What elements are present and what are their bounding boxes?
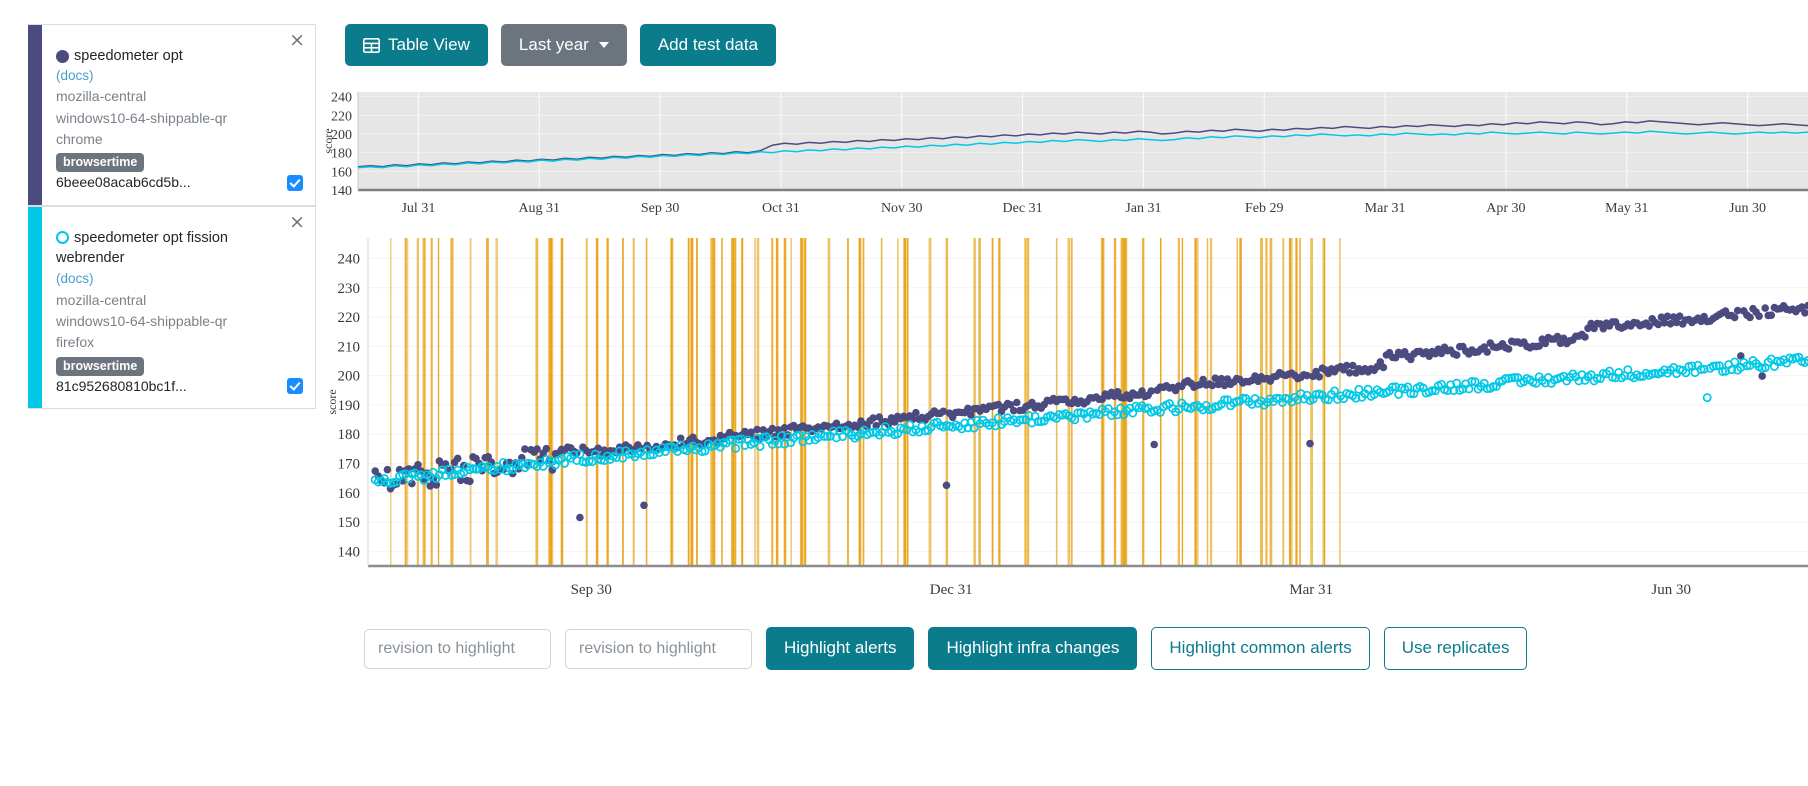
- svg-text:200: 200: [338, 369, 361, 385]
- svg-text:220: 220: [338, 310, 361, 326]
- main-content: Table View Last year Add test data 140 16…: [316, 0, 1808, 786]
- signature-hash[interactable]: 81c952680810bc1f...: [56, 377, 187, 397]
- series-card-speedometer-opt-fission[interactable]: × speedometer opt fission webrender (doc…: [28, 206, 316, 409]
- svg-text:190: 190: [338, 398, 361, 414]
- close-icon[interactable]: ×: [289, 31, 305, 50]
- series-repository: mozilla-central: [56, 86, 303, 107]
- svg-text:Aug 31: Aug 31: [518, 201, 560, 216]
- series-card-body: × speedometer opt (docs) mozilla-central…: [42, 25, 315, 205]
- series-card-body: × speedometer opt fission webrender (doc…: [42, 207, 315, 408]
- add-test-data-label: Add test data: [658, 35, 758, 55]
- svg-text:Sep 30: Sep 30: [571, 582, 612, 598]
- svg-text:180: 180: [338, 428, 361, 444]
- svg-text:170: 170: [338, 457, 361, 473]
- svg-text:160: 160: [338, 486, 361, 502]
- series-color-bar: [28, 25, 42, 205]
- svg-text:210: 210: [338, 340, 361, 356]
- revision-to-highlight-input-2[interactable]: [565, 629, 752, 669]
- svg-text:score: score: [325, 390, 339, 415]
- detail-chart-svg[interactable]: 140 150 160 170 180 190 200 210 220 230 240 score Se…: [316, 234, 1808, 604]
- svg-text:150: 150: [338, 515, 361, 531]
- add-test-data-button[interactable]: Add test data: [640, 24, 776, 66]
- docs-link[interactable]: (docs): [56, 269, 303, 289]
- series-color-bar: [28, 207, 42, 408]
- use-replicates-button[interactable]: Use replicates: [1384, 627, 1528, 669]
- svg-text:May 31: May 31: [1605, 201, 1648, 216]
- perfherder-graphs-page: × speedometer opt (docs) mozilla-central…: [0, 0, 1808, 786]
- svg-text:Jun 30: Jun 30: [1729, 201, 1766, 216]
- svg-text:Nov 30: Nov 30: [881, 201, 923, 216]
- filled-circle-icon: [56, 50, 69, 63]
- chevron-down-icon: [599, 42, 609, 48]
- svg-text:240: 240: [331, 91, 352, 106]
- svg-text:Feb 29: Feb 29: [1245, 201, 1284, 216]
- revision-to-highlight-input-1[interactable]: [364, 629, 551, 669]
- svg-text:240: 240: [338, 252, 361, 268]
- svg-text:Mar 31: Mar 31: [1365, 201, 1406, 216]
- svg-text:Mar 31: Mar 31: [1289, 582, 1333, 598]
- series-title-row: speedometer opt: [56, 47, 303, 65]
- svg-text:Jul 31: Jul 31: [401, 201, 435, 216]
- series-application: chrome: [56, 129, 303, 150]
- svg-text:160: 160: [331, 166, 352, 181]
- highlight-alerts-button[interactable]: Highlight alerts: [766, 627, 914, 669]
- series-visibility-checkbox[interactable]: [287, 175, 303, 191]
- svg-text:Jun 30: Jun 30: [1651, 582, 1691, 598]
- framework-badge: browsertime: [56, 357, 144, 376]
- highlight-alerts-label: Highlight alerts: [784, 638, 896, 658]
- series-title-row: speedometer opt fission: [56, 229, 303, 247]
- series-title: speedometer opt: [74, 47, 183, 65]
- series-card-speedometer-opt[interactable]: × speedometer opt (docs) mozilla-central…: [28, 24, 316, 206]
- highlight-common-alerts-button[interactable]: Highlight common alerts: [1151, 627, 1369, 669]
- series-repository: mozilla-central: [56, 290, 303, 311]
- series-sidebar: × speedometer opt (docs) mozilla-central…: [0, 0, 316, 786]
- svg-text:Oct 31: Oct 31: [762, 201, 800, 216]
- svg-text:Jan 31: Jan 31: [1125, 201, 1161, 216]
- svg-text:230: 230: [338, 281, 361, 297]
- table-icon: [363, 38, 380, 53]
- svg-text:Dec 31: Dec 31: [1003, 201, 1043, 216]
- timerange-label: Last year: [519, 35, 589, 55]
- docs-link[interactable]: (docs): [56, 66, 303, 86]
- series-title: speedometer opt fission: [74, 229, 228, 247]
- framework-badge: browsertime: [56, 153, 144, 172]
- series-subtitle: webrender: [56, 248, 303, 269]
- series-platform: windows10-64-shippable-qr: [56, 108, 303, 129]
- timerange-dropdown-button[interactable]: Last year: [501, 24, 627, 66]
- detail-chart[interactable]: 140 150 160 170 180 190 200 210 220 230 240 score Se…: [316, 234, 1808, 609]
- svg-text:140: 140: [338, 545, 361, 561]
- series-visibility-checkbox[interactable]: [287, 378, 303, 394]
- signature-hash-row: 6beee08acab6cd5b...: [56, 173, 303, 193]
- highlight-infra-changes-button[interactable]: Highlight infra changes: [928, 627, 1137, 669]
- svg-text:220: 220: [331, 110, 352, 125]
- highlight-controls: Highlight alerts Highlight infra changes…: [316, 627, 1808, 669]
- signature-hash[interactable]: 6beee08acab6cd5b...: [56, 173, 191, 193]
- overview-chart[interactable]: 140160180200220240scoreJul 31Aug 31Sep 3…: [316, 88, 1808, 228]
- overview-chart-svg[interactable]: 140160180200220240scoreJul 31Aug 31Sep 3…: [316, 88, 1808, 223]
- svg-text:score: score: [321, 129, 335, 154]
- series-platform: windows10-64-shippable-qr: [56, 311, 303, 332]
- signature-hash-row: 81c952680810bc1f...: [56, 377, 303, 397]
- chart-toolbar: Table View Last year Add test data: [316, 0, 1808, 66]
- use-replicates-label: Use replicates: [1402, 638, 1510, 658]
- table-view-button[interactable]: Table View: [345, 24, 488, 66]
- close-icon[interactable]: ×: [289, 213, 305, 232]
- table-view-label: Table View: [388, 35, 470, 55]
- highlight-infra-changes-label: Highlight infra changes: [946, 638, 1119, 658]
- hollow-circle-icon: [56, 231, 69, 244]
- series-application: firefox: [56, 332, 303, 353]
- svg-text:Dec 31: Dec 31: [930, 582, 973, 598]
- highlight-common-alerts-label: Highlight common alerts: [1169, 638, 1351, 658]
- svg-text:140: 140: [331, 184, 352, 199]
- svg-text:Sep 30: Sep 30: [641, 201, 680, 216]
- svg-text:Apr 30: Apr 30: [1486, 201, 1525, 216]
